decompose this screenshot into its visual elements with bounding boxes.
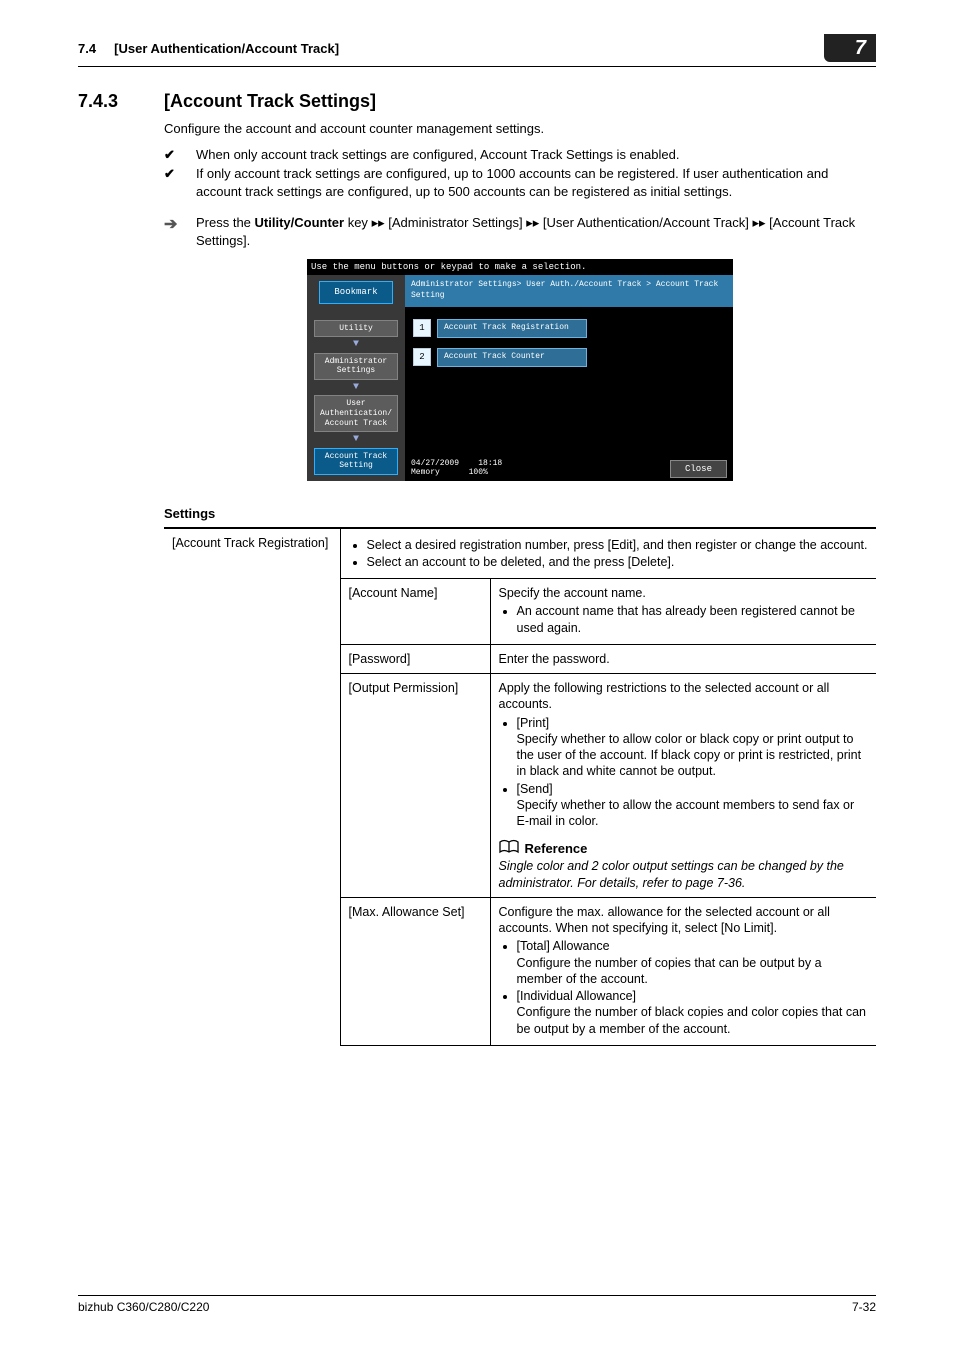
- bullet: [Print] Specify whether to allow color o…: [517, 715, 869, 780]
- heading-number: 7.4.3: [78, 91, 138, 112]
- cell-subsetting-desc: Configure the max. allowance for the sel…: [490, 897, 876, 1045]
- nav-user-auth[interactable]: User Authentication/ Account Track: [314, 395, 398, 432]
- proc-key: Utility/Counter: [255, 215, 345, 230]
- option-number: 2: [413, 348, 431, 366]
- desc-lead: Configure the max. allowance for the sel…: [499, 905, 830, 935]
- heading-title: [Account Track Settings]: [164, 91, 376, 112]
- pointer-icon: ▸▸: [752, 215, 765, 230]
- chevron-down-icon: ▼: [353, 337, 359, 353]
- device-screenshot: Use the menu buttons or keypad to make a…: [307, 259, 733, 481]
- nav-utility[interactable]: Utility: [314, 320, 398, 338]
- check-icon: ✔: [164, 165, 184, 200]
- settings-table: [Account Track Registration] Select a de…: [164, 527, 876, 1046]
- reference-icon: [499, 839, 519, 858]
- proc-seg: [User Authentication/Account Track]: [539, 215, 752, 230]
- bullet: An account name that has already been re…: [517, 603, 869, 636]
- reference-body: Single color and 2 color output settings…: [499, 858, 869, 891]
- header-section-number: 7.4: [78, 41, 96, 56]
- intro-text: Configure the account and account counte…: [164, 120, 876, 138]
- arrow-right-icon: ➔: [164, 214, 184, 249]
- cell-subsetting-desc: Apply the following restrictions to the …: [490, 674, 876, 898]
- pointer-icon: ▸▸: [372, 215, 385, 230]
- check-icon: ✔: [164, 146, 184, 164]
- page-footer: bizhub C360/C280/C220 7-32: [78, 1295, 876, 1314]
- menu-option-1[interactable]: 1 Account Track Registration: [413, 319, 725, 338]
- footer-time: 18:18: [478, 459, 502, 468]
- check-text: If only account track settings are confi…: [196, 165, 876, 200]
- option-label: Account Track Registration: [437, 319, 587, 338]
- list-item: ✔ When only account track settings are c…: [164, 146, 876, 164]
- section-heading: 7.4.3 [Account Track Settings]: [78, 91, 876, 112]
- proc-seg: [Administrator Settings]: [385, 215, 527, 230]
- footer-memory-value: 100%: [469, 468, 488, 477]
- cell-subsetting-name: [Max. Allowance Set]: [340, 897, 490, 1045]
- scr-main-panel: 1 Account Track Registration 2 Account T…: [405, 307, 733, 457]
- procedure-step: ➔ Press the Utility/Counter key ▸▸ [Admi…: [164, 214, 876, 249]
- option-number: 1: [413, 319, 431, 337]
- scr-sidebar: Bookmark Utility ▼ Administrator Setting…: [307, 275, 405, 481]
- cell-subsetting-name: [Account Name]: [340, 579, 490, 645]
- desc-lead: Specify the account name.: [499, 586, 646, 600]
- cell-subsetting-name: [Password]: [340, 644, 490, 673]
- procedure-text: Press the Utility/Counter key ▸▸ [Admini…: [196, 214, 876, 249]
- nav-account-track-setting[interactable]: Account Track Setting: [314, 448, 398, 475]
- footer-date: 04/27/2009: [411, 459, 459, 468]
- scr-instruction: Use the menu buttons or keypad to make a…: [307, 259, 733, 275]
- bullet: Select a desired registration number, pr…: [367, 537, 869, 553]
- check-text: When only account track settings are con…: [196, 146, 679, 164]
- chevron-down-icon: ▼: [353, 432, 359, 448]
- running-header: 7.4 [User Authentication/Account Track] …: [78, 34, 876, 67]
- bullet: [Send] Specify whether to allow the acco…: [517, 781, 869, 830]
- footer-page-number: 7-32: [852, 1300, 876, 1314]
- bullet: Select an account to be deleted, and the…: [367, 554, 869, 570]
- menu-option-2[interactable]: 2 Account Track Counter: [413, 348, 725, 367]
- scr-breadcrumb: Administrator Settings> User Auth./Accou…: [405, 275, 733, 307]
- proc-pre: Press the: [196, 215, 255, 230]
- chapter-number: 7: [855, 37, 866, 60]
- settings-heading: Settings: [164, 505, 876, 523]
- option-label: Account Track Counter: [437, 348, 587, 367]
- header-section: 7.4 [User Authentication/Account Track]: [78, 41, 339, 56]
- prerequisite-list: ✔ When only account track settings are c…: [164, 146, 876, 201]
- header-section-title: [User Authentication/Account Track]: [114, 41, 339, 56]
- footer-memory-label: Memory: [411, 468, 440, 477]
- desc-lead: Apply the following restrictions to the …: [499, 681, 830, 711]
- nav-admin-settings[interactable]: Administrator Settings: [314, 353, 398, 380]
- reference-title: Reference: [525, 841, 588, 858]
- cell-setting-desc: Select a desired registration number, pr…: [340, 528, 876, 579]
- cell-subsetting-desc: Specify the account name. An account nam…: [490, 579, 876, 645]
- proc-mid: key: [344, 215, 371, 230]
- chevron-down-icon: ▼: [353, 380, 359, 396]
- cell-subsetting-name: [Output Permission]: [340, 674, 490, 898]
- bullet: [Individual Allowance] Configure the num…: [517, 988, 869, 1037]
- scr-footer: 04/27/2009 18:18 Memory 100% Close: [405, 457, 733, 481]
- bookmark-button[interactable]: Bookmark: [319, 281, 393, 303]
- close-button[interactable]: Close: [670, 460, 727, 478]
- pointer-icon: ▸▸: [526, 215, 539, 230]
- bullet: [Total] Allowance Configure the number o…: [517, 938, 869, 987]
- cell-subsetting-desc: Enter the password.: [490, 644, 876, 673]
- cell-setting-name: [Account Track Registration]: [164, 528, 340, 1046]
- footer-product: bizhub C360/C280/C220: [78, 1300, 209, 1314]
- chapter-tab: 7: [824, 34, 876, 62]
- list-item: ✔ If only account track settings are con…: [164, 165, 876, 200]
